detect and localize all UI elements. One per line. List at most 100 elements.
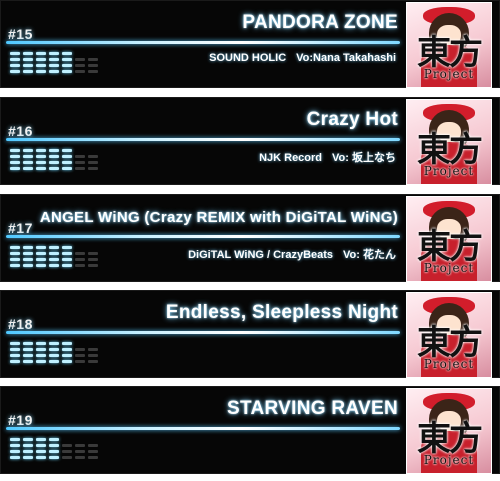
song-vocal: Vo:Nana Takahashi: [296, 52, 396, 64]
song-artist: [386, 342, 396, 354]
level-bar-lit: [23, 444, 33, 447]
song-title: PANDORA ZONE: [242, 12, 398, 33]
level-bar-lit: [49, 167, 59, 170]
level-bar-unlit: [75, 354, 85, 357]
level-bar-lit: [10, 264, 20, 267]
level-bar-lit: [36, 52, 46, 55]
level-bar-lit: [10, 444, 20, 447]
level-bar-unlit: [88, 264, 98, 267]
level-bar-lit: [49, 161, 59, 164]
level-bar-lit: [62, 264, 72, 267]
level-bar-lit: [49, 354, 59, 357]
level-bar-lit: [36, 456, 46, 459]
level-bar-lit: [10, 348, 20, 351]
level-bar-lit: [49, 155, 59, 158]
level-bar-lit: [62, 342, 72, 345]
level-bar-unlit: [75, 252, 85, 255]
level-bar-lit: [36, 155, 46, 158]
level-bar-lit: [49, 258, 59, 261]
song-number: #15: [8, 26, 33, 42]
level-bar-lit: [62, 149, 72, 152]
level-bar-lit: [36, 58, 46, 61]
level-bar-lit: [49, 246, 59, 249]
level-bar-lit: [10, 64, 20, 67]
song-number: #17: [8, 220, 33, 236]
level-bar-lit: [49, 264, 59, 267]
level-bar-lit: [10, 456, 20, 459]
level-bar-unlit: [88, 252, 98, 255]
level-bar-lit: [10, 149, 20, 152]
level-bar-lit: [10, 354, 20, 357]
level-bar-lit: [36, 252, 46, 255]
level-bar-unlit: [88, 70, 98, 73]
level-bar-unlit: [88, 58, 98, 61]
level-bar-lit: [62, 70, 72, 73]
level-bar-lit: [23, 438, 33, 441]
level-bar-lit: [23, 252, 33, 255]
difficulty-level-meter: [10, 244, 100, 272]
level-bar-lit: [23, 450, 33, 453]
jacket-art: 東方 Project: [406, 388, 492, 474]
level-bar-lit: [23, 149, 33, 152]
level-bar-lit: [36, 167, 46, 170]
level-bar-lit: [49, 252, 59, 255]
song-number: #18: [8, 316, 33, 332]
level-bar-unlit: [88, 348, 98, 351]
song-card[interactable]: #18 Endless, Sleepless Night 東方 Project: [0, 290, 500, 378]
title-underline: [6, 138, 400, 141]
level-bar-lit: [10, 155, 20, 158]
level-bar-lit: [49, 58, 59, 61]
level-bar-lit: [23, 246, 33, 249]
level-bar-unlit: [75, 450, 85, 453]
level-bar-unlit: [75, 70, 85, 73]
level-bar-lit: [36, 342, 46, 345]
song-card[interactable]: #17 ANGEL WiNG (Crazy REMIX with DiGiTAL…: [0, 194, 500, 282]
level-bar-lit: [49, 64, 59, 67]
level-bar-lit: [62, 348, 72, 351]
level-bar-lit: [23, 52, 33, 55]
level-bar-unlit: [88, 450, 98, 453]
level-bar-lit: [62, 354, 72, 357]
jacket-art: 東方 Project: [406, 2, 492, 88]
title-underline: [6, 331, 400, 334]
song-title: ANGEL WiNG (Crazy REMIX with DiGiTAL WiN…: [39, 209, 398, 226]
level-bar-lit: [10, 450, 20, 453]
level-bar-unlit: [88, 456, 98, 459]
difficulty-level-meter: [10, 340, 100, 368]
song-card[interactable]: #19 STARVING RAVEN 東方 Project: [0, 386, 500, 474]
level-bar-unlit: [75, 348, 85, 351]
level-bar-lit: [49, 450, 59, 453]
level-bar-lit: [62, 252, 72, 255]
song-card[interactable]: #15 PANDORA ZONE SOUND HOLIC Vo:Nana Taka…: [0, 0, 500, 88]
level-bar-unlit: [75, 167, 85, 170]
jacket-logo-sub: Project: [423, 453, 475, 467]
jacket-logo-sub: Project: [423, 164, 475, 178]
level-bar-lit: [23, 360, 33, 363]
level-bar-lit: [62, 155, 72, 158]
level-bar-lit: [62, 52, 72, 55]
song-list: #15 PANDORA ZONE SOUND HOLIC Vo:Nana Taka…: [0, 0, 500, 481]
level-bar-lit: [62, 258, 72, 261]
level-bar-unlit: [75, 444, 85, 447]
level-bar-lit: [10, 252, 20, 255]
level-bar-lit: [62, 360, 72, 363]
level-bar-lit: [49, 438, 59, 441]
level-bar-lit: [23, 456, 33, 459]
level-bar-lit: [23, 64, 33, 67]
level-bar-lit: [10, 360, 20, 363]
level-bar-unlit: [75, 360, 85, 363]
level-bar-unlit: [75, 161, 85, 164]
level-bar-lit: [10, 161, 20, 164]
song-artist: NJK Record Vo: 坂上なち: [259, 149, 396, 165]
level-bar-lit: [23, 342, 33, 345]
level-bar-unlit: [88, 258, 98, 261]
level-bar-lit: [49, 360, 59, 363]
level-bar-lit: [36, 264, 46, 267]
song-title: Crazy Hot: [306, 109, 398, 130]
level-bar-lit: [36, 354, 46, 357]
level-bar-lit: [49, 348, 59, 351]
jacket-art: 東方 Project: [406, 292, 492, 378]
song-card[interactable]: #16 Crazy Hot NJK Record Vo: 坂上なち 東方 Proj…: [0, 97, 500, 185]
level-bar-lit: [49, 70, 59, 73]
level-bar-lit: [23, 258, 33, 261]
